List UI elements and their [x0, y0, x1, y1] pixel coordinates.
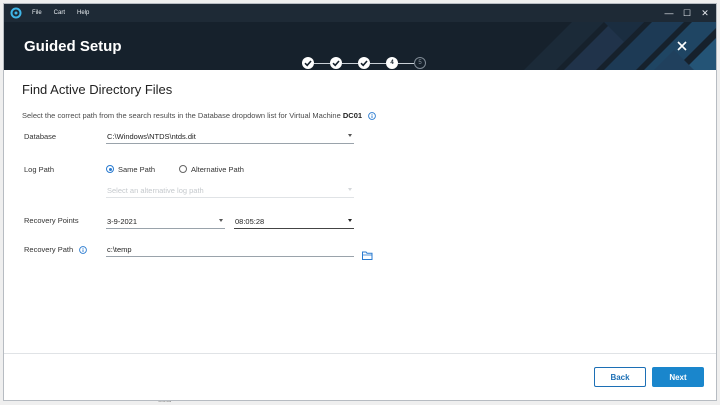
- back-button[interactable]: Back: [594, 367, 646, 387]
- dropdown-arrow-icon: [348, 188, 352, 191]
- step-2-complete: [330, 57, 342, 69]
- step-connector: [398, 63, 414, 64]
- menu-file[interactable]: File: [32, 10, 42, 16]
- alternative-log-path-select: Select an alternative log path: [106, 185, 354, 198]
- instruction-prefix: Select the correct path from the search …: [22, 111, 343, 120]
- close-icon[interactable]: [672, 36, 692, 56]
- same-path-label: Same Path: [118, 164, 156, 174]
- wizard-title: Guided Setup: [24, 38, 122, 55]
- database-select[interactable]: C:\Windows\NTDS\ntds.dit: [106, 131, 354, 144]
- minimize-button[interactable]: —: [660, 4, 678, 22]
- recovery-path-input[interactable]: c:\temp: [106, 244, 354, 257]
- wizard-content: Find Active Directory Files Select the c…: [4, 70, 716, 353]
- recovery-date-select[interactable]: 3-9-2021: [106, 216, 225, 229]
- log-path-label: Log Path: [24, 165, 55, 174]
- info-icon[interactable]: [368, 112, 376, 120]
- recovery-path-label-group: Recovery Path: [24, 245, 88, 254]
- alternative-path-radio[interactable]: Alternative Path: [179, 164, 244, 174]
- checkmark-icon: [304, 60, 312, 67]
- dropdown-arrow-icon: [219, 219, 223, 222]
- title-bar: File Cart Help — ☐ ✕: [4, 4, 716, 22]
- progress-stepper: 4 5: [302, 57, 432, 70]
- dropdown-arrow-icon: [348, 219, 352, 222]
- wizard-header: Guided Setup 4 5: [4, 22, 716, 70]
- dropdown-arrow-icon: [348, 134, 352, 137]
- step-4-current: 4: [386, 57, 398, 69]
- instruction-text: Select the correct path from the search …: [22, 111, 376, 120]
- folder-icon[interactable]: [362, 251, 373, 260]
- window-close-button[interactable]: ✕: [696, 4, 714, 22]
- step-connector: [370, 63, 386, 64]
- database-label: Database: [24, 132, 57, 141]
- recovery-path-label: Recovery Path: [24, 245, 74, 254]
- alternative-log-path-placeholder: Select an alternative log path: [107, 186, 204, 195]
- next-button[interactable]: Next: [652, 367, 704, 387]
- step-1-complete: [302, 57, 314, 69]
- step-3-complete: [358, 57, 370, 69]
- app-logo-icon: [10, 7, 22, 19]
- recovery-date-value: 3-9-2021: [107, 217, 138, 226]
- step-connector: [342, 63, 358, 64]
- radio-selected-icon: [106, 165, 114, 173]
- page-title: Find Active Directory Files: [22, 82, 173, 97]
- checkmark-icon: [360, 60, 368, 67]
- radio-unselected-icon: [179, 165, 187, 173]
- same-path-radio[interactable]: Same Path: [106, 164, 155, 174]
- maximize-button[interactable]: ☐: [678, 4, 696, 22]
- step-number: 4: [390, 60, 394, 66]
- recovery-path-value: c:\temp: [107, 245, 132, 254]
- step-number: 5: [418, 60, 422, 66]
- step-connector: [314, 63, 330, 64]
- recovery-time-value: 08:05:28: [235, 217, 265, 226]
- guided-setup-window: File Cart Help — ☐ ✕ Guided Setup 4 5 Fi…: [3, 3, 717, 401]
- menu-help[interactable]: Help: [77, 10, 89, 16]
- menu-bar: File Cart Help: [32, 4, 101, 22]
- database-value: C:\Windows\NTDS\ntds.dit: [107, 132, 196, 141]
- menu-cart[interactable]: Cart: [54, 10, 65, 16]
- vm-name: DC01: [342, 111, 363, 120]
- recovery-points-label: Recovery Points: [24, 216, 79, 225]
- alternative-path-label: Alternative Path: [191, 164, 244, 174]
- step-5-upcoming: 5: [414, 57, 426, 69]
- checkmark-icon: [332, 60, 340, 67]
- footer-divider: [4, 353, 716, 354]
- recovery-time-select[interactable]: 08:05:28: [234, 216, 354, 229]
- info-icon[interactable]: [79, 246, 88, 254]
